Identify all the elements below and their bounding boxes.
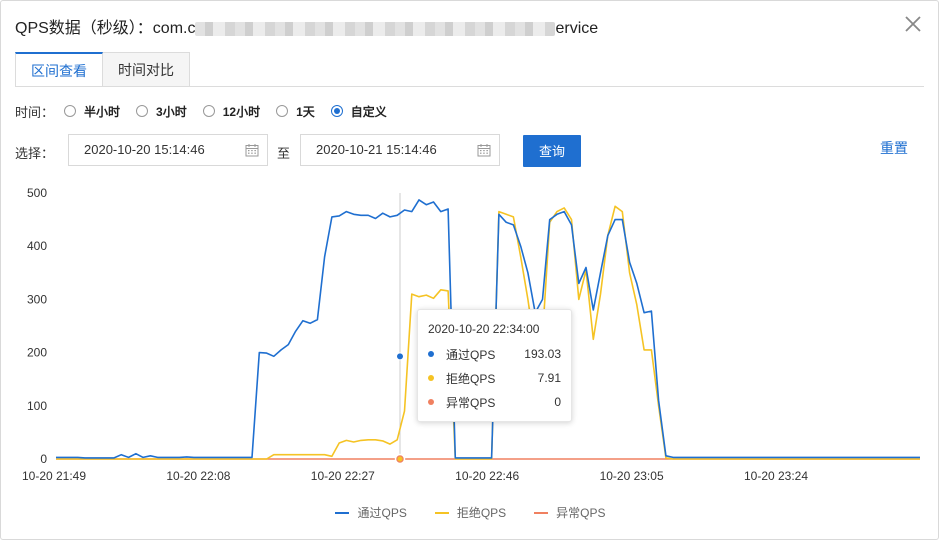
qps-dialog: QPS数据（秒级）：com.c ervice 区间查看 时间对比 时间： 半小时 …	[0, 0, 939, 540]
calendar-icon[interactable]	[477, 143, 491, 157]
x-tick-label: 10-20 22:08	[166, 469, 230, 483]
x-tick-label: 10-20 22:46	[455, 469, 519, 483]
radio-circle	[276, 105, 289, 117]
tooltip-time: 2020-10-20 22:34:00	[428, 322, 540, 336]
legend-line-icon	[434, 511, 449, 514]
legend-item-reject[interactable]: 拒绝QPS	[434, 504, 507, 521]
radio-circle	[136, 105, 149, 117]
start-datetime-value: 2020-10-20 15:14:46	[84, 142, 205, 157]
dialog-title-prefix: QPS数据（秒级）：com.c	[15, 20, 196, 37]
range-select-row: 选择： 2020-10-20 15:14:46 至 2020-10-21 15:…	[15, 134, 915, 168]
radio-half-hour[interactable]: 半小时	[64, 103, 120, 120]
x-tick-label: 10-20 23:05	[600, 469, 664, 483]
radio-12-hours[interactable]: 12小时	[202, 103, 261, 120]
radio-1-day[interactable]: 1天	[276, 103, 315, 120]
radio-label: 自定义	[350, 104, 387, 119]
tooltip-name: 通过QPS	[446, 347, 496, 362]
tooltip-value: 193.03	[524, 347, 561, 361]
radio-circle	[64, 105, 77, 117]
calendar-icon[interactable]	[245, 143, 259, 157]
radio-circle	[330, 105, 343, 117]
tooltip-row-reject: 拒绝QPS 7.91	[428, 370, 561, 386]
chart-legend: 通过QPS 拒绝QPS 异常QPS	[1, 504, 940, 521]
reject-dot-icon	[428, 375, 434, 381]
radio-label: 12小时	[222, 104, 261, 119]
time-filter: 时间： 半小时 3小时 12小时 1天 自定义	[15, 102, 403, 120]
legend-line-icon	[534, 511, 549, 514]
range-select-label: 选择：	[15, 146, 55, 161]
radio-custom[interactable]: 自定义	[330, 103, 387, 120]
tooltip-name: 拒绝QPS	[446, 371, 496, 386]
time-filter-label: 时间：	[15, 104, 55, 120]
tab-bar: 区间查看 时间对比	[15, 52, 190, 87]
y-tick-label: 500	[27, 186, 47, 200]
legend-label: 通过QPS	[357, 506, 407, 520]
x-tick-label: 10-20 22:27	[311, 469, 375, 483]
radio-circle	[202, 105, 215, 117]
redacted-service-name	[195, 21, 556, 36]
x-tick-label: 10-20 23:24	[744, 469, 808, 483]
y-tick-label: 200	[27, 346, 47, 360]
radio-label: 3小时	[156, 104, 187, 119]
tooltip-row-error: 异常QPS 0	[428, 394, 561, 410]
x-tick-label: 10-20 21:49	[22, 469, 86, 483]
pass-dot-icon	[428, 351, 434, 357]
y-tick-label: 400	[27, 239, 47, 253]
tab-range-view[interactable]: 区间查看	[15, 52, 103, 87]
tab-time-compare[interactable]: 时间对比	[103, 52, 190, 87]
dialog-title: QPS数据（秒级）：com.c ervice	[15, 14, 598, 38]
tab-divider	[15, 86, 924, 87]
radio-label: 1天	[296, 104, 315, 119]
legend-item-pass[interactable]: 通过QPS	[335, 504, 407, 521]
radio-label: 半小时	[84, 104, 121, 119]
tooltip-value: 0	[554, 395, 561, 409]
close-icon[interactable]	[904, 15, 922, 33]
chart-tooltip: 2020-10-20 22:34:00 通过QPS 193.03 拒绝QPS 7.9…	[417, 309, 572, 422]
y-tick-label: 300	[27, 292, 47, 306]
legend-item-error[interactable]: 异常QPS	[534, 504, 606, 521]
tooltip-name: 异常QPS	[446, 395, 496, 410]
y-tick-label: 0	[40, 452, 47, 466]
reject-point	[397, 456, 403, 462]
dialog-title-suffix: ervice	[555, 20, 599, 37]
range-separator: 至	[277, 146, 291, 161]
radio-3-hours[interactable]: 3小时	[136, 103, 187, 120]
legend-label: 异常QPS	[556, 506, 606, 520]
y-tick-label: 100	[27, 399, 47, 413]
legend-label: 拒绝QPS	[456, 506, 507, 520]
tooltip-value: 7.91	[537, 371, 561, 385]
reset-link[interactable]: 重置	[880, 138, 908, 158]
start-datetime-input[interactable]: 2020-10-20 15:14:46	[68, 134, 268, 166]
legend-line-icon	[335, 511, 350, 514]
pass-point	[396, 352, 404, 361]
query-button[interactable]: 查询	[523, 135, 581, 167]
end-datetime-value: 2020-10-21 15:14:46	[316, 142, 437, 157]
tooltip-row-pass: 通过QPS 193.03	[428, 346, 561, 362]
error-dot-icon	[428, 399, 434, 405]
end-datetime-input[interactable]: 2020-10-21 15:14:46	[300, 134, 500, 166]
